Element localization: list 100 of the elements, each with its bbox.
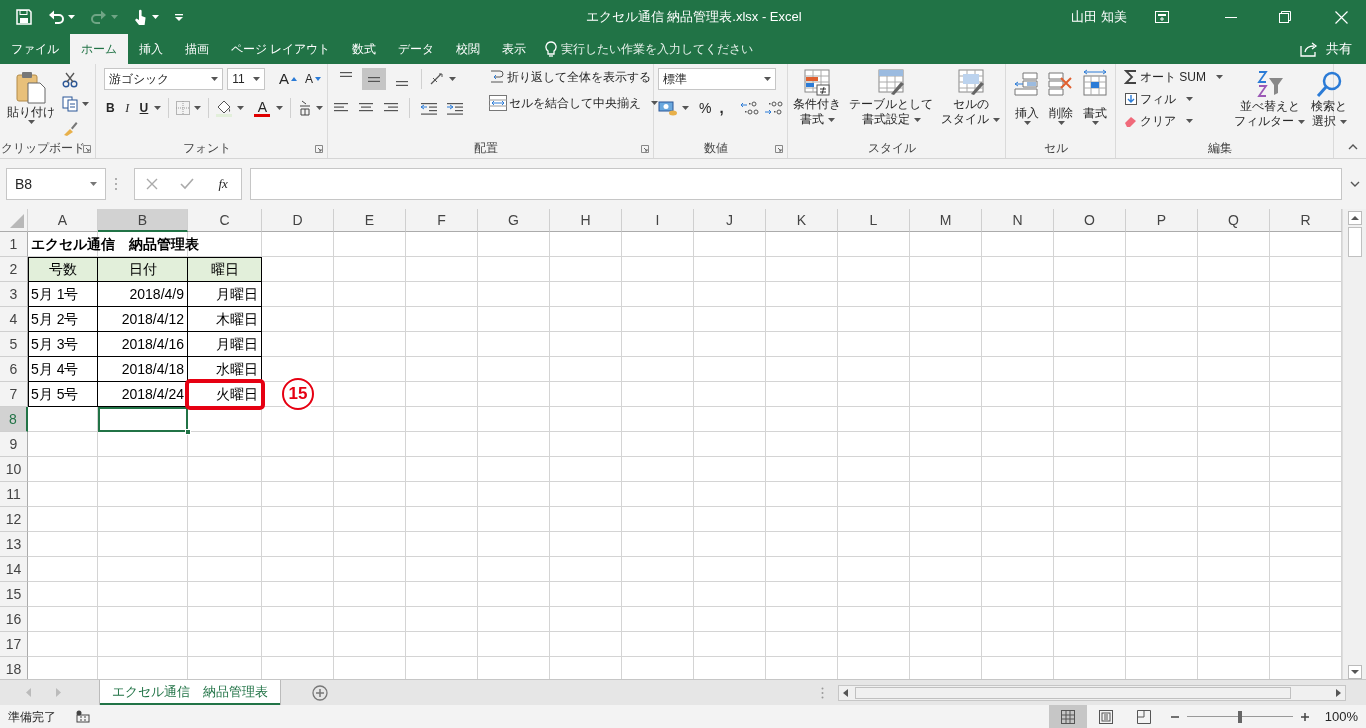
sheet-tab[interactable]: エクセル通信 納品管理表 [100,680,280,705]
font-color-button[interactable]: A [252,99,273,117]
column-header[interactable]: E [334,209,406,232]
scroll-thumb[interactable] [1347,227,1362,257]
cells-button[interactable]: 削除 [1044,67,1078,138]
caret-icon[interactable] [682,106,689,110]
row-header[interactable]: 8 [0,407,28,432]
scroll-down-icon[interactable] [1347,665,1362,679]
dialog-launcher-icon[interactable] [775,145,783,153]
increase-indent-icon[interactable] [447,101,465,115]
view-button[interactable] [1048,705,1087,728]
column-header[interactable]: A [28,209,98,232]
phonetic-icon[interactable] [298,100,312,116]
column-header[interactable]: I [622,209,694,232]
style-button[interactable]: 条件付き 書式 [790,66,844,138]
caret-icon[interactable] [1216,75,1223,79]
caret-icon[interactable] [82,102,89,106]
zoom-slider[interactable] [1186,710,1293,723]
fill-handle[interactable] [185,429,191,435]
split-handle-icon[interactable] [821,686,824,699]
copy-icon[interactable] [62,96,78,112]
format-painter-icon[interactable] [62,120,78,136]
restore-icon[interactable] [1279,11,1291,23]
font-name-field[interactable]: 游ゴシック [104,68,224,90]
cells-button[interactable]: 挿入 [1010,67,1044,138]
dialog-launcher-icon[interactable] [641,145,649,153]
comma-button[interactable]: , [717,98,726,118]
caret-icon[interactable] [316,106,323,110]
column-header[interactable]: N [982,209,1054,232]
row-header[interactable]: 2 [0,257,28,282]
column-header[interactable]: D [262,209,334,232]
row-header[interactable]: 14 [0,557,28,582]
caret-icon[interactable] [651,101,658,105]
ribbon-tab[interactable]: ページ レイアウト [220,34,342,64]
column-header[interactable]: B [98,209,188,232]
caret-icon[interactable] [276,106,284,110]
style-button[interactable]: テーブルとして 書式設定 [846,66,936,138]
caret-icon[interactable] [1091,121,1099,126]
column-header[interactable]: L [838,209,910,232]
scroll-up-icon[interactable] [1347,211,1362,225]
insert-function-button[interactable]: fx [216,175,230,193]
dialog-launcher-icon[interactable] [315,145,323,153]
ribbon-display-icon[interactable] [1155,11,1169,23]
column-header[interactable]: F [406,209,478,232]
ribbon-tab[interactable]: 校閲 [445,34,492,64]
merge-center-button[interactable]: セルを結合して中央揃え [487,94,643,112]
style-button[interactable]: セルの スタイル [938,66,1003,138]
row-header[interactable]: 3 [0,282,28,307]
ribbon-tab[interactable]: ホーム [70,34,128,64]
row-header[interactable]: 16 [0,607,28,632]
row-header[interactable]: 5 [0,332,28,357]
caret-icon[interactable] [252,77,260,81]
row-header[interactable]: 9 [0,432,28,457]
caret-icon[interactable] [449,77,456,81]
decrease-indent-icon[interactable] [421,101,439,115]
percent-button[interactable]: % [697,98,714,118]
user-name[interactable]: 山田 知美 [1071,9,1127,25]
row-header[interactable]: 4 [0,307,28,332]
close-icon[interactable] [1335,10,1348,24]
column-header[interactable]: R [1270,209,1342,232]
ribbon-tab[interactable]: 数式 [341,34,388,64]
bold-button[interactable]: B [104,99,117,117]
decrease-decimal-icon[interactable] [763,100,784,116]
fill-color-icon[interactable] [215,99,234,117]
macro-record-icon[interactable] [76,710,90,723]
number-format-field[interactable]: 標準 [658,68,776,90]
row-header[interactable]: 7 [0,382,28,407]
row-header[interactable]: 13 [0,532,28,557]
caret-icon[interactable] [211,77,219,81]
caret-icon[interactable] [90,182,97,186]
scroll-thumb[interactable] [855,686,1291,699]
save-icon[interactable] [16,9,32,25]
row-header[interactable]: 6 [0,357,28,382]
caret-icon[interactable] [1023,121,1031,126]
ribbon-tab[interactable]: 表示 [491,34,538,64]
shrink-font-button[interactable]: A [303,70,323,88]
check-icon[interactable] [180,178,195,190]
ribbon-tab[interactable]: ファイル [0,34,70,64]
cells-button[interactable]: 書式 [1078,67,1112,138]
horizontal-scrollbar[interactable] [838,684,1346,701]
column-header[interactable]: H [550,209,622,232]
caret-icon[interactable] [764,77,771,81]
zoom-in-icon[interactable] [1300,712,1309,721]
customize-icon[interactable] [175,13,183,21]
caret-icon[interactable] [152,15,159,19]
caret-icon[interactable] [193,106,201,110]
caret-icon[interactable] [68,15,75,19]
row-header[interactable]: 1 [0,232,28,257]
ribbon-tab[interactable]: 描画 [174,34,220,64]
slider-thumb[interactable] [1237,710,1242,723]
column-header[interactable]: M [910,209,982,232]
expand-icon[interactable] [1350,181,1360,187]
row-header[interactable]: 17 [0,632,28,657]
editing-button[interactable]: フィル [1122,90,1178,108]
currency-icon[interactable] [658,100,678,116]
increase-decimal-icon[interactable] [739,100,760,116]
undo-icon[interactable] [48,9,64,25]
ribbon-tab[interactable]: 挿入 [128,34,174,64]
row-header[interactable]: 15 [0,582,28,607]
row-header[interactable]: 12 [0,507,28,532]
